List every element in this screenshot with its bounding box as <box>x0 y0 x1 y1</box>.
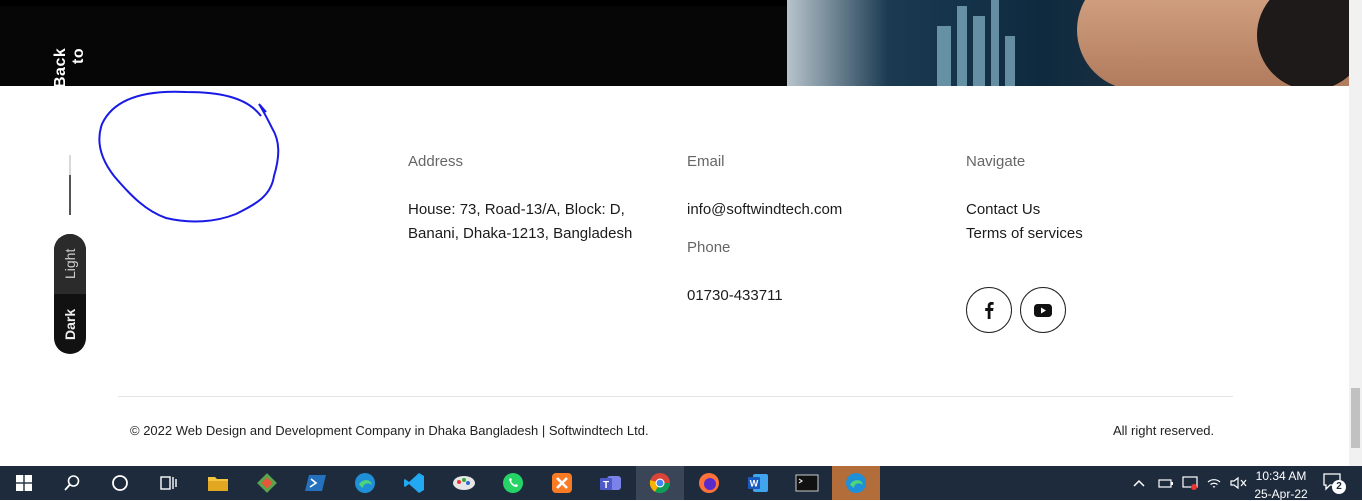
contact-column: Email info@softwindtech.com Phone 01730-… <box>687 152 917 308</box>
taskbar-clock[interactable]: 10:34 AM 25-Apr-22 <box>1248 469 1314 501</box>
facebook-icon <box>985 302 994 319</box>
navigate-links: Contact Us Terms of services <box>966 198 1196 246</box>
svg-text:W: W <box>750 479 759 489</box>
svg-text:T: T <box>603 480 609 491</box>
phone-heading: Phone <box>687 239 731 256</box>
email-link[interactable]: info@softwindtech.com <box>687 198 917 222</box>
theme-light-option[interactable]: Light <box>54 234 86 294</box>
scroll-progress-fill <box>69 174 71 215</box>
file-explorer-button[interactable] <box>194 466 242 500</box>
vscode-icon <box>404 473 424 493</box>
battery-icon[interactable] <box>1158 477 1174 489</box>
git-button[interactable] <box>243 466 291 500</box>
xampp-button[interactable] <box>538 466 586 500</box>
notification-count: 2 <box>1332 480 1346 494</box>
task-view-icon <box>160 476 177 490</box>
terminal-button[interactable] <box>783 466 831 500</box>
cortana-icon <box>112 475 128 491</box>
security-icon[interactable] <box>1182 476 1198 490</box>
teams-button[interactable]: T <box>587 466 635 500</box>
phone-number[interactable]: 01730-433711 <box>687 284 917 308</box>
edge-dev-button[interactable] <box>832 466 880 500</box>
email-heading: Email <box>687 153 725 170</box>
clock-date: 25-Apr-22 <box>1254 487 1308 501</box>
chrome-icon <box>649 473 671 494</box>
windows-start-icon <box>16 475 32 491</box>
powershell-button[interactable] <box>292 466 340 500</box>
youtube-button[interactable] <box>1020 287 1066 333</box>
terminal-icon <box>795 474 819 492</box>
youtube-icon <box>1034 303 1052 317</box>
chrome-button[interactable] <box>636 466 684 500</box>
xampp-icon <box>552 473 572 493</box>
page-scrollbar[interactable] <box>1349 0 1362 466</box>
start-button[interactable] <box>0 466 48 500</box>
word-icon: W <box>748 474 768 492</box>
paint-button[interactable] <box>440 466 488 500</box>
address-heading: Address <box>408 153 464 170</box>
copyright-text: © 2022 Web Design and Development Compan… <box>130 423 649 438</box>
navigate-heading: Navigate <box>966 153 1026 170</box>
windows-taskbar: T W 10:34 AM 25-Apr-22 2 <box>0 466 1362 501</box>
facebook-button[interactable] <box>966 287 1012 333</box>
annotation-circle <box>98 90 280 223</box>
address-line: Banani, Dhaka-1213, Bangladesh <box>408 225 633 242</box>
theme-switch[interactable]: Light Dark <box>54 234 86 354</box>
address-text: House: 73, Road-13/A, Block: D, Banani, … <box>408 198 658 246</box>
theme-dark-option[interactable]: Dark <box>54 294 86 354</box>
file-explorer-icon <box>208 477 228 491</box>
firefox-button[interactable] <box>685 466 733 500</box>
navigate-column: Navigate Contact Us Terms of services <box>966 152 1196 246</box>
contact-us-link[interactable]: Contact Us <box>966 198 1196 222</box>
word-button[interactable]: W <box>734 466 782 500</box>
edge-button[interactable] <box>341 466 389 500</box>
cortana-button[interactable] <box>96 466 144 500</box>
paint-icon <box>453 476 475 490</box>
hero-top-line <box>0 0 787 6</box>
whatsapp-icon <box>503 473 523 493</box>
chevron-up-icon[interactable] <box>1132 478 1146 488</box>
firefox-icon <box>699 473 719 493</box>
social-links <box>966 287 1066 333</box>
search-icon <box>64 475 80 491</box>
clock-time: 10:34 AM <box>1255 469 1307 483</box>
scroll-progress <box>69 155 71 215</box>
teams-icon: T <box>600 476 621 491</box>
scrollbar-thumb[interactable] <box>1351 388 1360 448</box>
terms-link[interactable]: Terms of services <box>966 222 1196 246</box>
wifi-icon[interactable] <box>1206 476 1222 490</box>
footer-divider <box>118 396 1233 397</box>
rights-text: All right reserved. <box>1113 423 1215 438</box>
whatsapp-button[interactable] <box>489 466 537 500</box>
edge-icon <box>355 473 375 493</box>
git-icon <box>257 473 277 493</box>
address-line: House: 73, Road-13/A, Block: D, <box>408 201 625 218</box>
edge-dev-icon <box>846 473 866 493</box>
hero-image <box>787 0 1349 86</box>
task-view-button[interactable] <box>144 466 192 500</box>
address-column: Address House: 73, Road-13/A, Block: D, … <box>408 152 658 246</box>
back-to-top-button[interactable]: Back to top <box>52 48 86 92</box>
vscode-button[interactable] <box>390 466 438 500</box>
powershell-icon <box>305 475 326 491</box>
notification-center-button[interactable]: 2 <box>1322 472 1348 496</box>
volume-muted-icon[interactable] <box>1230 476 1248 490</box>
system-tray <box>1132 466 1248 500</box>
search-button[interactable] <box>48 466 96 500</box>
